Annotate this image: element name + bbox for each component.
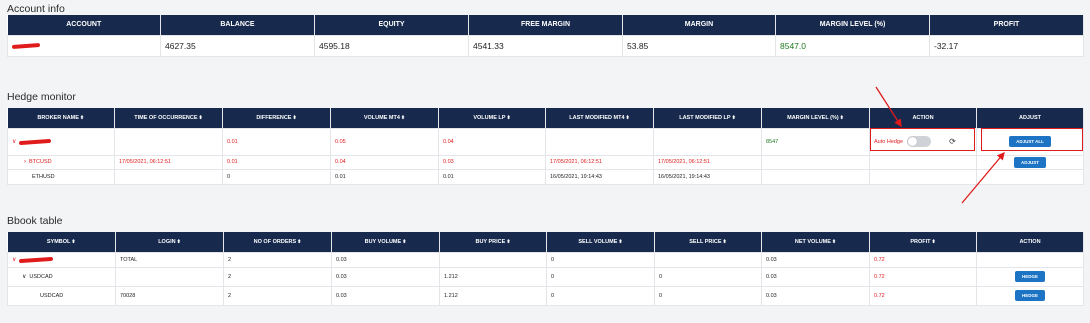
annotation-arrow: [961, 152, 1005, 204]
annotation-arrows: [875, 86, 1005, 204]
annotation-arrow: [875, 86, 902, 128]
